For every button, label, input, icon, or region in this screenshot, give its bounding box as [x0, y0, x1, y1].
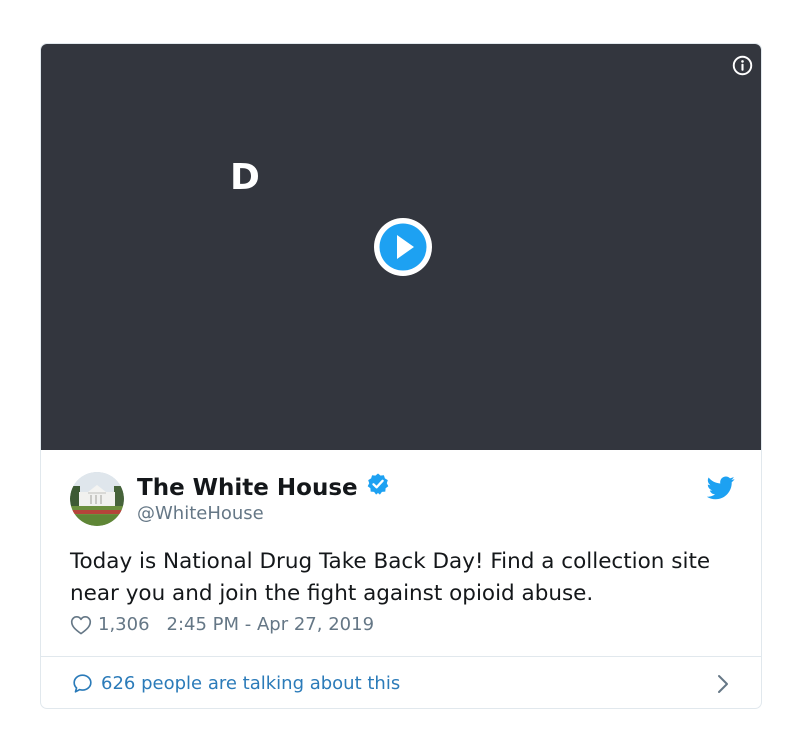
- tweet-text: Today is National Drug Take Back Day! Fi…: [70, 549, 711, 606]
- verified-badge-icon: [366, 472, 390, 503]
- tweet-timestamp[interactable]: 2:45 PM - Apr 27, 2019: [167, 613, 374, 637]
- twitter-bird-icon[interactable]: [706, 476, 735, 500]
- author-name[interactable]: The White House: [137, 472, 390, 503]
- video-overlay-letter: D: [230, 157, 260, 198]
- info-icon[interactable]: [731, 54, 753, 76]
- conversation-link[interactable]: 626 people are talking about this: [41, 657, 761, 708]
- heart-icon[interactable]: [70, 615, 92, 635]
- video-player[interactable]: D: [41, 44, 761, 450]
- like-count[interactable]: 1,306: [98, 613, 150, 637]
- embedded-tweet-card: D The White House @WhiteHouse Today is N…: [40, 43, 762, 709]
- talking-count-label: 626 people are talking about this: [101, 672, 401, 694]
- author-name-text: The White House: [137, 474, 358, 501]
- speech-bubble-icon: [72, 673, 93, 694]
- avatar[interactable]: [70, 472, 124, 526]
- chevron-right-icon[interactable]: [717, 674, 729, 694]
- author-handle[interactable]: @WhiteHouse: [137, 503, 264, 525]
- play-icon[interactable]: [374, 218, 432, 276]
- tweet-meta: 1,306 2:45 PM - Apr 27, 2019: [70, 613, 374, 637]
